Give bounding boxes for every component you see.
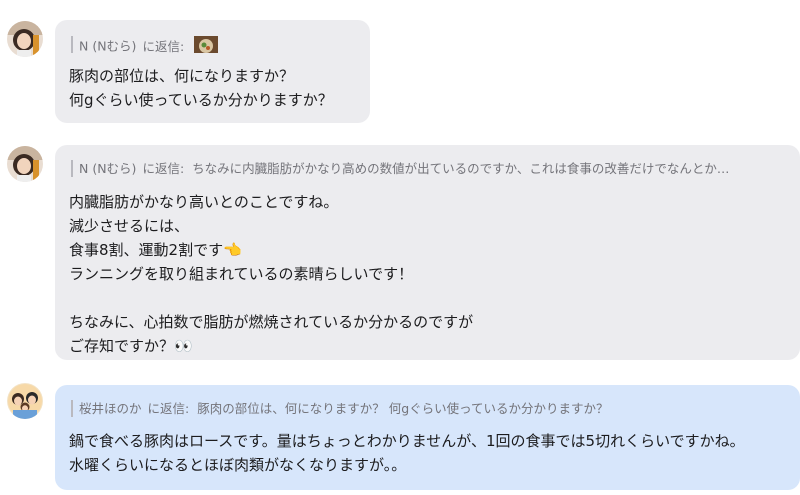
reply-to-name: N (Nむら) [79,38,137,54]
message-line: 何gぐらい使っているか分かりますか？ [69,91,333,109]
message-bubble[interactable]: N (Nむら) に返信: ちなみに内臓脂肪がかなり高めの数値が出ているのですか、これ… [55,145,800,360]
reply-reference[interactable]: N (Nむら) に返信: [71,36,358,53]
message-line: 減少させるには、 [69,217,190,235]
message-line: ちなみに、心拍数で脂肪が燃焼されているか分かるのですが [69,313,474,331]
message-line [69,286,473,310]
reply-label: に返信: [147,401,190,416]
reply-to-name: N (Nむら) [79,161,137,176]
message-line: ご存知ですか？👀 [69,337,193,355]
avatar-woman-icon[interactable] [7,146,43,182]
chat-thread: N (Nむら) に返信: 豚肉の部位は、何になりますか？ 何gぐらい使っているか分… [0,0,800,495]
avatar-family-icon[interactable] [7,383,43,419]
reply-label: に返信: [142,38,185,54]
message-line: 豚肉の部位は、何になりますか？ [69,67,295,85]
reply-quote: ちなみに内臓脂肪がかなり高めの数値が出ているのですか、これは食事の改善だけでなん… [192,161,730,176]
message-line: 食事8割、運動2割です👈 [69,241,242,259]
reply-to-name: 桜井ほのか [79,401,142,416]
message-line: ランニングを取り組まれているの素晴らしいです！ [69,265,414,283]
food-thumbnail-icon[interactable] [194,36,219,53]
message-text: 豚肉の部位は、何になりますか？ 何gぐらい使っているか分かりますか？ [69,64,333,112]
message-bubble[interactable]: 桜井ほのか に返信: 豚肉の部位は、何になりますか？ 何gぐらい使っているか分かりま… [55,385,800,490]
reply-reference[interactable]: N (Nむら) に返信: ちなみに内臓脂肪がかなり高めの数値が出ているのですか、これ… [71,160,788,177]
reply-reference[interactable]: 桜井ほのか に返信: 豚肉の部位は、何になりますか？ 何gぐらい使っているか分かりま… [71,400,788,417]
message-line: 鍋で食べる豚肉はロースです。量はちょっとわかりませんが、1回の食事では5切れくら… [69,432,745,450]
avatar-woman-icon[interactable] [7,21,43,57]
message-bubble[interactable]: N (Nむら) に返信: 豚肉の部位は、何になりますか？ 何gぐらい使っているか分… [55,20,370,123]
message-line: 内臓脂肪がかなり高いとのことですね。 [69,193,339,211]
reply-quote: 豚肉の部位は、何になりますか？ 何gぐらい使っているか分かりますか？ [197,401,609,416]
reply-label: に返信: [142,161,185,176]
message-line: 水曜くらいになるとほぼ肉類がなくなりますが。。 [69,456,407,474]
message-text: 内臓脂肪がかなり高いとのことですね。 減少させるには、 食事8割、運動2割です👈… [69,190,473,358]
message-text: 鍋で食べる豚肉はロースです。量はちょっとわかりませんが、1回の食事では5切れくら… [69,429,745,477]
